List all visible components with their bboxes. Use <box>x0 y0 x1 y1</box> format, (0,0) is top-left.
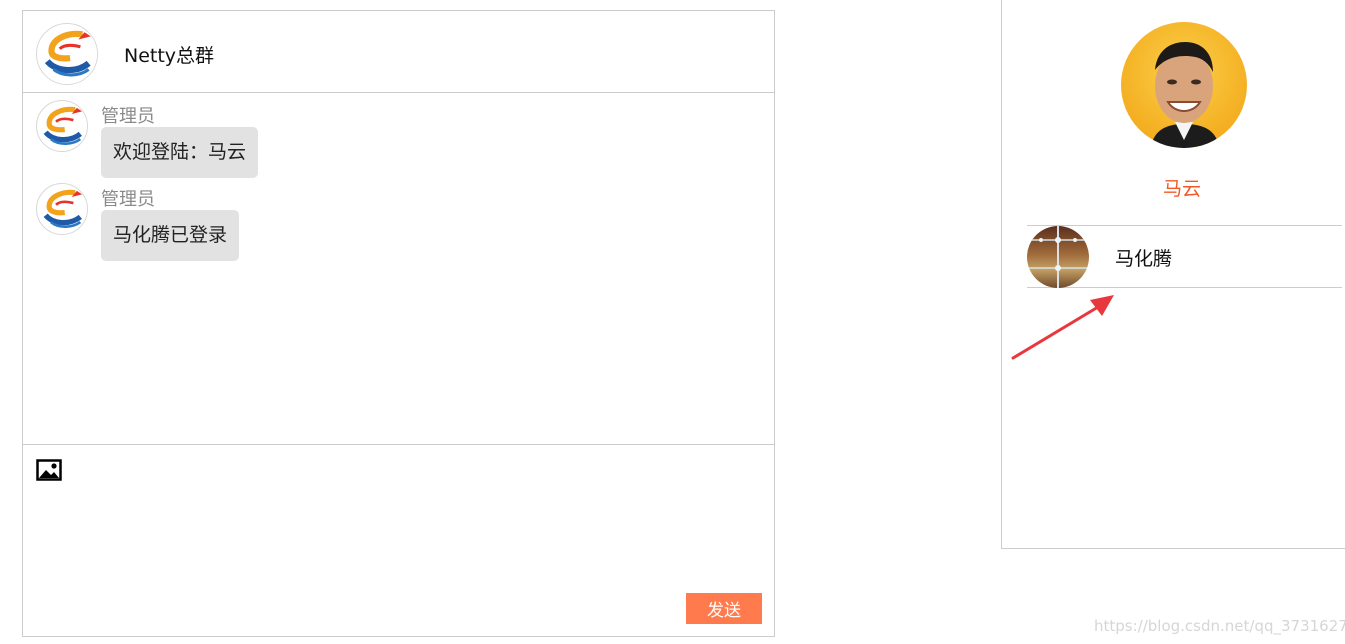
netty-logo-icon <box>36 23 98 85</box>
chat-header: Netty总群 <box>23 11 774 93</box>
message-composer[interactable]: 发送 <box>23 446 774 636</box>
profile-panel: 马云 马化腾 <box>1001 0 1345 549</box>
netty-logo-icon <box>36 100 88 152</box>
user-avatar[interactable] <box>1121 22 1247 148</box>
chat-window: Netty总群 管理员 欢迎登陆：马云 管理员 马化腾已登录 发送 <box>22 10 775 637</box>
message-bubble: 欢迎登陆：马云 <box>101 127 259 178</box>
netty-logo-icon <box>36 183 88 235</box>
message-sender: 管理员 <box>101 106 155 127</box>
contact-avatar <box>1027 226 1089 288</box>
current-user-name: 马云 <box>1162 178 1201 200</box>
message-sender: 管理员 <box>101 189 155 210</box>
contact-name: 马化腾 <box>1115 248 1173 270</box>
watermark: https://blog.csdn.net/qq_37316272 <box>1094 617 1345 635</box>
message-bubble: 马化腾已登录 <box>101 210 240 261</box>
contact-list-item[interactable]: 马化腾 <box>1027 225 1342 288</box>
send-button[interactable]: 发送 <box>686 593 762 624</box>
image-icon[interactable] <box>36 459 62 481</box>
message-list: 管理员 欢迎登陆：马云 管理员 马化腾已登录 <box>23 94 774 445</box>
annotation-arrow-icon <box>1011 295 1114 360</box>
group-name: Netty总群 <box>124 45 215 67</box>
